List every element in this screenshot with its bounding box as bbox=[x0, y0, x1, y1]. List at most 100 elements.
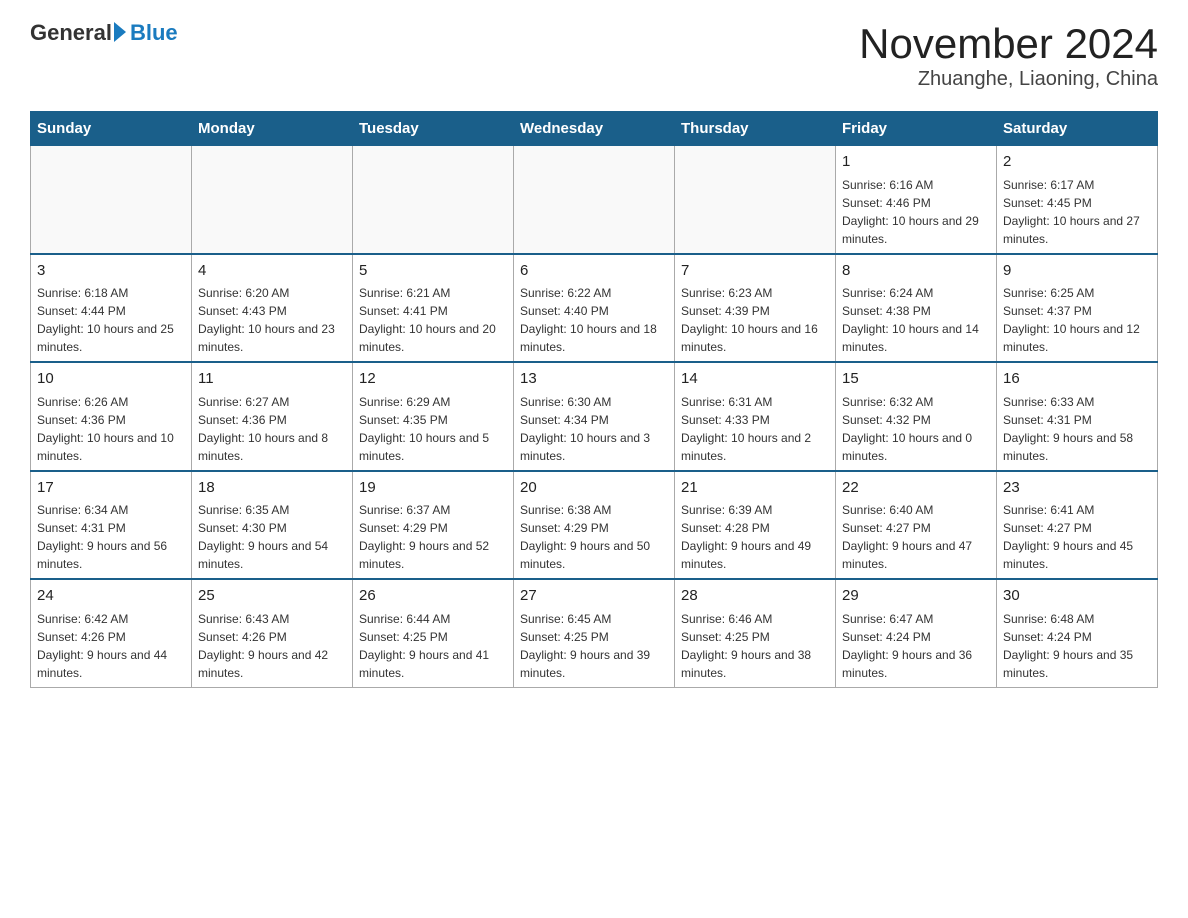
calendar-cell bbox=[675, 146, 836, 254]
day-info: Sunrise: 6:33 AM Sunset: 4:31 PM Dayligh… bbox=[1003, 393, 1151, 465]
day-info: Sunrise: 6:35 AM Sunset: 4:30 PM Dayligh… bbox=[198, 501, 346, 573]
day-info: Sunrise: 6:34 AM Sunset: 4:31 PM Dayligh… bbox=[37, 501, 185, 573]
logo-arrow-icon bbox=[114, 22, 126, 42]
page-header: General Blue November 2024 Zhuanghe, Lia… bbox=[30, 20, 1158, 91]
calendar-cell bbox=[31, 146, 192, 254]
calendar-cell: 17Sunrise: 6:34 AM Sunset: 4:31 PM Dayli… bbox=[31, 471, 192, 580]
day-info: Sunrise: 6:44 AM Sunset: 4:25 PM Dayligh… bbox=[359, 610, 507, 682]
day-number: 3 bbox=[37, 260, 185, 283]
day-info: Sunrise: 6:41 AM Sunset: 4:27 PM Dayligh… bbox=[1003, 501, 1151, 573]
day-number: 28 bbox=[681, 585, 829, 608]
day-number: 19 bbox=[359, 477, 507, 500]
day-info: Sunrise: 6:37 AM Sunset: 4:29 PM Dayligh… bbox=[359, 501, 507, 573]
day-number: 30 bbox=[1003, 585, 1151, 608]
calendar-cell: 15Sunrise: 6:32 AM Sunset: 4:32 PM Dayli… bbox=[836, 362, 997, 471]
day-number: 13 bbox=[520, 368, 668, 391]
day-info: Sunrise: 6:32 AM Sunset: 4:32 PM Dayligh… bbox=[842, 393, 990, 465]
day-info: Sunrise: 6:29 AM Sunset: 4:35 PM Dayligh… bbox=[359, 393, 507, 465]
calendar-cell: 1Sunrise: 6:16 AM Sunset: 4:46 PM Daylig… bbox=[836, 146, 997, 254]
day-info: Sunrise: 6:46 AM Sunset: 4:25 PM Dayligh… bbox=[681, 610, 829, 682]
logo-blue-part: Blue bbox=[112, 20, 178, 46]
day-info: Sunrise: 6:39 AM Sunset: 4:28 PM Dayligh… bbox=[681, 501, 829, 573]
day-number: 25 bbox=[198, 585, 346, 608]
day-number: 18 bbox=[198, 477, 346, 500]
week-row-3: 10Sunrise: 6:26 AM Sunset: 4:36 PM Dayli… bbox=[31, 362, 1158, 471]
day-info: Sunrise: 6:42 AM Sunset: 4:26 PM Dayligh… bbox=[37, 610, 185, 682]
calendar-cell: 14Sunrise: 6:31 AM Sunset: 4:33 PM Dayli… bbox=[675, 362, 836, 471]
day-header-saturday: Saturday bbox=[997, 112, 1158, 146]
day-number: 11 bbox=[198, 368, 346, 391]
week-row-1: 1Sunrise: 6:16 AM Sunset: 4:46 PM Daylig… bbox=[31, 146, 1158, 254]
calendar-cell: 29Sunrise: 6:47 AM Sunset: 4:24 PM Dayli… bbox=[836, 579, 997, 687]
day-number: 5 bbox=[359, 260, 507, 283]
calendar-cell: 10Sunrise: 6:26 AM Sunset: 4:36 PM Dayli… bbox=[31, 362, 192, 471]
day-info: Sunrise: 6:17 AM Sunset: 4:45 PM Dayligh… bbox=[1003, 176, 1151, 248]
calendar-cell: 7Sunrise: 6:23 AM Sunset: 4:39 PM Daylig… bbox=[675, 254, 836, 363]
calendar-cell: 12Sunrise: 6:29 AM Sunset: 4:35 PM Dayli… bbox=[353, 362, 514, 471]
location-text: Zhuanghe, Liaoning, China bbox=[859, 68, 1158, 91]
calendar-cell: 6Sunrise: 6:22 AM Sunset: 4:40 PM Daylig… bbox=[514, 254, 675, 363]
calendar-cell: 16Sunrise: 6:33 AM Sunset: 4:31 PM Dayli… bbox=[997, 362, 1158, 471]
calendar-cell: 21Sunrise: 6:39 AM Sunset: 4:28 PM Dayli… bbox=[675, 471, 836, 580]
day-number: 26 bbox=[359, 585, 507, 608]
logo: General Blue bbox=[30, 20, 178, 46]
day-info: Sunrise: 6:27 AM Sunset: 4:36 PM Dayligh… bbox=[198, 393, 346, 465]
week-row-2: 3Sunrise: 6:18 AM Sunset: 4:44 PM Daylig… bbox=[31, 254, 1158, 363]
day-header-monday: Monday bbox=[192, 112, 353, 146]
calendar-cell: 11Sunrise: 6:27 AM Sunset: 4:36 PM Dayli… bbox=[192, 362, 353, 471]
day-info: Sunrise: 6:38 AM Sunset: 4:29 PM Dayligh… bbox=[520, 501, 668, 573]
calendar-cell: 24Sunrise: 6:42 AM Sunset: 4:26 PM Dayli… bbox=[31, 579, 192, 687]
day-number: 29 bbox=[842, 585, 990, 608]
calendar-cell: 20Sunrise: 6:38 AM Sunset: 4:29 PM Dayli… bbox=[514, 471, 675, 580]
day-info: Sunrise: 6:45 AM Sunset: 4:25 PM Dayligh… bbox=[520, 610, 668, 682]
day-number: 9 bbox=[1003, 260, 1151, 283]
calendar-cell: 25Sunrise: 6:43 AM Sunset: 4:26 PM Dayli… bbox=[192, 579, 353, 687]
day-number: 22 bbox=[842, 477, 990, 500]
day-info: Sunrise: 6:26 AM Sunset: 4:36 PM Dayligh… bbox=[37, 393, 185, 465]
calendar-cell: 4Sunrise: 6:20 AM Sunset: 4:43 PM Daylig… bbox=[192, 254, 353, 363]
day-header-tuesday: Tuesday bbox=[353, 112, 514, 146]
day-number: 17 bbox=[37, 477, 185, 500]
day-number: 15 bbox=[842, 368, 990, 391]
day-info: Sunrise: 6:40 AM Sunset: 4:27 PM Dayligh… bbox=[842, 501, 990, 573]
calendar-cell bbox=[514, 146, 675, 254]
day-number: 1 bbox=[842, 151, 990, 174]
day-info: Sunrise: 6:22 AM Sunset: 4:40 PM Dayligh… bbox=[520, 284, 668, 356]
day-info: Sunrise: 6:18 AM Sunset: 4:44 PM Dayligh… bbox=[37, 284, 185, 356]
calendar-cell: 8Sunrise: 6:24 AM Sunset: 4:38 PM Daylig… bbox=[836, 254, 997, 363]
day-number: 2 bbox=[1003, 151, 1151, 174]
day-number: 10 bbox=[37, 368, 185, 391]
calendar-cell: 2Sunrise: 6:17 AM Sunset: 4:45 PM Daylig… bbox=[997, 146, 1158, 254]
day-info: Sunrise: 6:23 AM Sunset: 4:39 PM Dayligh… bbox=[681, 284, 829, 356]
calendar-cell: 19Sunrise: 6:37 AM Sunset: 4:29 PM Dayli… bbox=[353, 471, 514, 580]
calendar-cell: 23Sunrise: 6:41 AM Sunset: 4:27 PM Dayli… bbox=[997, 471, 1158, 580]
day-number: 8 bbox=[842, 260, 990, 283]
day-info: Sunrise: 6:21 AM Sunset: 4:41 PM Dayligh… bbox=[359, 284, 507, 356]
day-info: Sunrise: 6:24 AM Sunset: 4:38 PM Dayligh… bbox=[842, 284, 990, 356]
logo-blue-text: Blue bbox=[130, 20, 178, 46]
calendar-cell: 28Sunrise: 6:46 AM Sunset: 4:25 PM Dayli… bbox=[675, 579, 836, 687]
day-info: Sunrise: 6:43 AM Sunset: 4:26 PM Dayligh… bbox=[198, 610, 346, 682]
day-number: 24 bbox=[37, 585, 185, 608]
calendar-cell bbox=[192, 146, 353, 254]
calendar-cell: 13Sunrise: 6:30 AM Sunset: 4:34 PM Dayli… bbox=[514, 362, 675, 471]
day-number: 23 bbox=[1003, 477, 1151, 500]
day-header-sunday: Sunday bbox=[31, 112, 192, 146]
day-info: Sunrise: 6:48 AM Sunset: 4:24 PM Dayligh… bbox=[1003, 610, 1151, 682]
calendar-cell: 5Sunrise: 6:21 AM Sunset: 4:41 PM Daylig… bbox=[353, 254, 514, 363]
week-row-5: 24Sunrise: 6:42 AM Sunset: 4:26 PM Dayli… bbox=[31, 579, 1158, 687]
calendar-cell: 9Sunrise: 6:25 AM Sunset: 4:37 PM Daylig… bbox=[997, 254, 1158, 363]
day-header-wednesday: Wednesday bbox=[514, 112, 675, 146]
day-header-thursday: Thursday bbox=[675, 112, 836, 146]
calendar-cell: 22Sunrise: 6:40 AM Sunset: 4:27 PM Dayli… bbox=[836, 471, 997, 580]
title-section: November 2024 Zhuanghe, Liaoning, China bbox=[859, 20, 1158, 91]
calendar-cell: 3Sunrise: 6:18 AM Sunset: 4:44 PM Daylig… bbox=[31, 254, 192, 363]
calendar-cell: 30Sunrise: 6:48 AM Sunset: 4:24 PM Dayli… bbox=[997, 579, 1158, 687]
calendar-table: SundayMondayTuesdayWednesdayThursdayFrid… bbox=[30, 111, 1158, 688]
day-info: Sunrise: 6:31 AM Sunset: 4:33 PM Dayligh… bbox=[681, 393, 829, 465]
day-number: 7 bbox=[681, 260, 829, 283]
month-title: November 2024 bbox=[859, 20, 1158, 68]
week-row-4: 17Sunrise: 6:34 AM Sunset: 4:31 PM Dayli… bbox=[31, 471, 1158, 580]
calendar-cell: 18Sunrise: 6:35 AM Sunset: 4:30 PM Dayli… bbox=[192, 471, 353, 580]
day-info: Sunrise: 6:47 AM Sunset: 4:24 PM Dayligh… bbox=[842, 610, 990, 682]
